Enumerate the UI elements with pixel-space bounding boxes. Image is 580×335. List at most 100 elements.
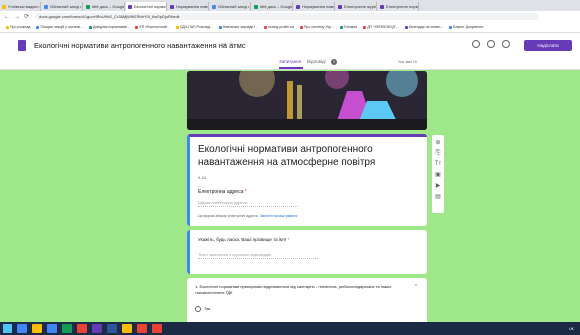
tab-favicon-icon	[2, 4, 6, 9]
taskbar-app-icon[interactable]	[92, 324, 102, 333]
side-toolbar: ⊕ ⎘ Tт ▣ ▶ ▤	[432, 135, 444, 213]
taskbar-app-icon[interactable]	[77, 324, 87, 333]
reload-icon[interactable]: ⟳	[24, 13, 29, 20]
preview-icon[interactable]	[487, 40, 495, 48]
question-card-name[interactable]: Укажіть, будь ласка, Ваші прізвище та ім…	[187, 230, 427, 274]
bookmark-favicon-icon	[264, 25, 267, 29]
browser-tab[interactable]: Обласний захід і...×	[42, 2, 83, 11]
bookmark-item[interactable]: ДП "УКРЕКОБУД"...	[363, 25, 399, 29]
bookmark-item[interactable]: СДН-ПАП Розклад...	[175, 25, 213, 29]
bookmark-favicon-icon	[363, 25, 367, 29]
browser-tab[interactable]: Обласний захід і...×	[210, 2, 251, 11]
windows-taskbar: UK	[0, 322, 580, 335]
bookmark-item[interactable]: Власні: Документи	[449, 25, 483, 29]
tab-favicon-icon	[128, 4, 132, 9]
browser-tab[interactable]: Мій диск – Google...×	[84, 2, 125, 11]
system-tray[interactable]: UK	[569, 327, 574, 331]
tab-favicon-icon	[380, 4, 384, 9]
bookmark-item[interactable]: Навчальні заклади і...	[218, 25, 258, 29]
bookmark-favicon-icon	[339, 25, 343, 29]
add-section-icon[interactable]: ▤	[435, 193, 441, 200]
form-tabs: Запитання Відповіді 3 Усіх змін 15	[0, 57, 580, 70]
bookmark-favicon-icon	[88, 25, 92, 29]
bookmark-favicon-icon	[36, 25, 40, 29]
form-title-card[interactable]: Екологічні нормативи антропогенного нава…	[187, 134, 427, 226]
response-count-badge: 3	[331, 59, 337, 65]
close-icon[interactable]: ×	[37, 4, 39, 9]
email-field: Дійсна електронна адреса	[198, 200, 298, 207]
bookmark-label: еcolog-profile.ua	[268, 25, 294, 29]
star-icon[interactable]: ☆	[228, 42, 233, 48]
tab-label: Нормування навчал...	[176, 4, 209, 9]
folder-icon[interactable]: ▭	[221, 42, 227, 48]
bookmark-label: Календар на семес...	[408, 25, 444, 29]
tab-favicon-icon	[86, 4, 90, 9]
tab-label: Мій диск – Google...	[260, 4, 293, 9]
bookmark-item[interactable]: Пошуки лекцій у системі...	[36, 25, 83, 29]
bookmark-favicon-icon	[135, 25, 139, 29]
add-question-icon[interactable]: ⊕	[435, 139, 440, 146]
taskbar-app-icon[interactable]	[152, 324, 162, 333]
send-button[interactable]: Надіслати	[524, 40, 572, 51]
url-input[interactable]: docs.google.com/forms/d/1guoHRhUHb2_Cr36…	[35, 13, 540, 20]
bookmark-label: Власні: Документи	[453, 25, 484, 29]
bookmark-favicon-icon	[175, 25, 179, 29]
browser-tab[interactable]: Електронне журнал...×	[336, 2, 377, 11]
bookmark-favicon-icon	[449, 25, 453, 29]
taskbar-app-icon[interactable]	[122, 324, 132, 333]
settings-icon[interactable]	[502, 40, 510, 48]
form-heading[interactable]: Екологічні нормативи антропогенного нава…	[198, 143, 398, 169]
form-title[interactable]: Екологічні нормативи антропогенного нава…	[34, 41, 246, 50]
bookmark-favicon-icon	[299, 25, 303, 29]
taskbar-app-icon[interactable]	[62, 324, 72, 333]
bookmark-label: Пошуки лекцій у системі...	[40, 25, 83, 29]
browser-tab[interactable]: Учнівські вадачі ×	[0, 2, 41, 11]
browser-tab[interactable]: Електронне нормат...×	[378, 2, 419, 11]
taskbar-app-icon[interactable]	[17, 324, 27, 333]
bookmark-favicon-icon	[218, 25, 222, 29]
form-description[interactable]: 9-34	[198, 175, 206, 180]
bookmark-label: Про систему Укр...	[303, 25, 334, 29]
back-arrow-icon[interactable]: ←	[4, 14, 10, 20]
radio-button[interactable]	[195, 306, 201, 312]
change-settings-link[interactable]: Змінити налаштування	[260, 214, 297, 218]
add-title-icon[interactable]: Tт	[435, 161, 441, 167]
tab-questions[interactable]: Запитання	[279, 59, 301, 64]
email-collection-note: Ця форма збирає електронні адреси. Зміни…	[198, 214, 298, 218]
add-video-icon[interactable]: ▶	[436, 182, 441, 189]
bookmark-item[interactable]: ЕП «Екологічний...	[135, 25, 170, 29]
browser-tab[interactable]: Нормування навчал...×	[168, 2, 209, 11]
bookmark-label: СДН-ПАП Розклад...	[179, 25, 213, 29]
tab-label: Електронне нормат...	[386, 4, 419, 9]
header-icons	[465, 40, 510, 48]
bookmark-item[interactable]: Головна	[339, 25, 357, 29]
bookmark-favicon-icon	[6, 25, 9, 29]
bookmark-item[interactable]: Календар на семес...	[404, 25, 444, 29]
forward-arrow-icon[interactable]: →	[14, 14, 20, 20]
tab-favicon-icon	[254, 4, 258, 9]
browser-tab[interactable]: Нормування навчал...×	[294, 2, 335, 11]
lab-flasks-image	[187, 71, 427, 130]
bookmark-item[interactable]: Про розклад	[6, 25, 30, 29]
tab-label: Електронне журнал...	[344, 4, 377, 9]
browser-tab-bar: Учнівські вадачі×Обласний захід і...×Мій…	[0, 0, 580, 11]
bookmark-item[interactable]: Довідник нормативів...	[88, 25, 129, 29]
browser-tab[interactable]: Мій диск – Google...×	[252, 2, 293, 11]
question-label: Укажіть, будь ласка, Ваші прізвище та ім…	[198, 237, 290, 242]
browser-tab[interactable]: Екологічні нормати...×	[126, 2, 167, 11]
required-star: *	[415, 284, 417, 290]
taskbar-app-icon[interactable]	[32, 324, 42, 333]
taskbar-app-icon[interactable]	[107, 324, 117, 333]
bookmark-item[interactable]: Про систему Укр...	[299, 25, 334, 29]
import-questions-icon[interactable]: ⎘	[436, 150, 441, 157]
taskbar-app-icon[interactable]	[137, 324, 147, 333]
add-image-icon[interactable]: ▣	[435, 171, 441, 178]
tab-label: Мій диск – Google...	[92, 4, 125, 9]
palette-icon[interactable]	[472, 40, 480, 48]
taskbar-app-icon[interactable]	[47, 324, 57, 333]
question-card-1[interactable]: 1. Екологічні нормативи принципово відрі…	[187, 278, 427, 325]
bookmark-item[interactable]: еcolog-profile.ua	[264, 25, 294, 29]
windows-start-icon[interactable]	[3, 324, 12, 333]
bookmark-label: Навчальні заклади і...	[222, 25, 258, 29]
tab-responses[interactable]: Відповіді	[307, 59, 326, 64]
